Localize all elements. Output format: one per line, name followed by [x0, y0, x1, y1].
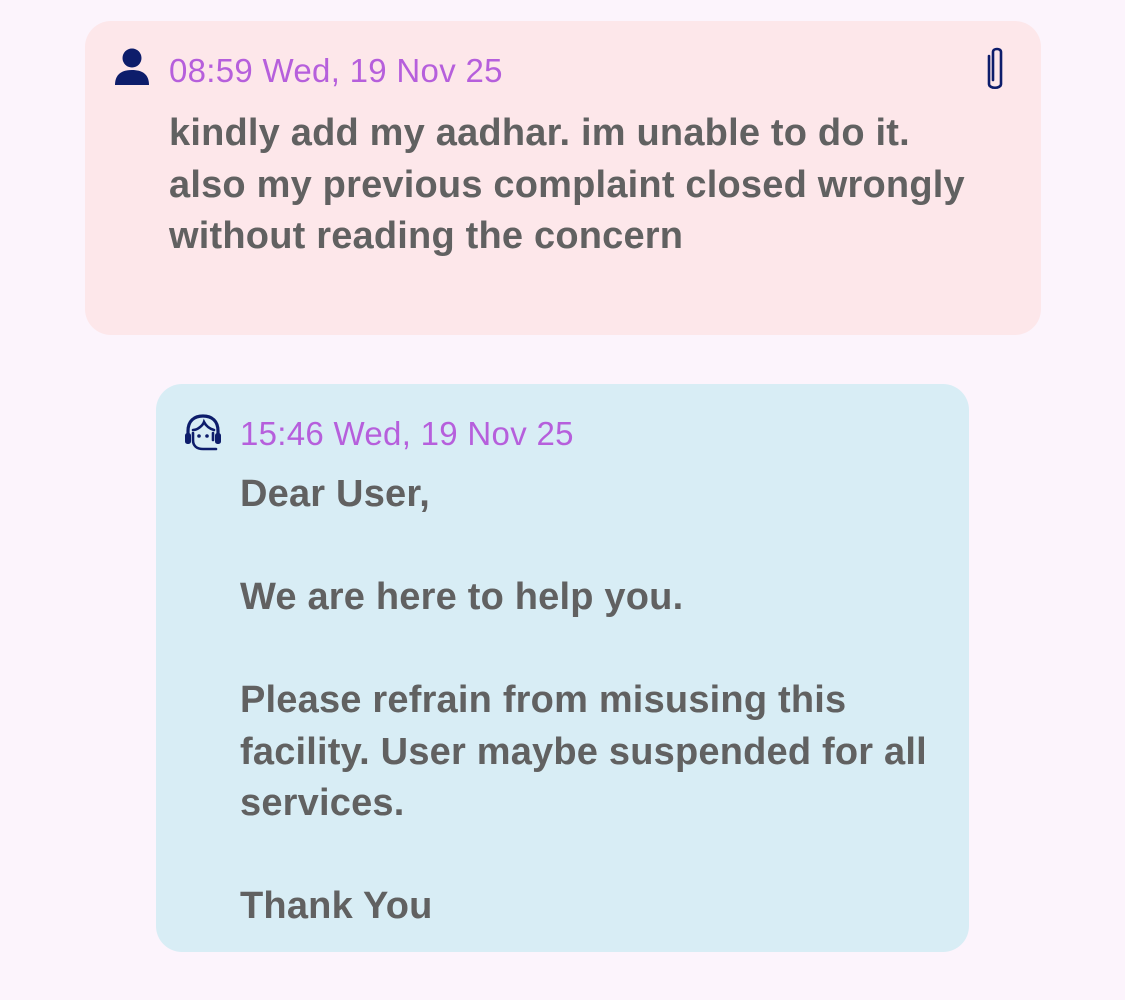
paperclip-icon[interactable] — [978, 47, 1012, 93]
support-agent-icon — [185, 414, 221, 451]
user-message-bubble: 08:59 Wed, 19 Nov 25 kindly add my aadha… — [85, 21, 1041, 335]
user-icon — [115, 48, 149, 85]
message-timestamp: 08:59 Wed, 19 Nov 25 — [169, 52, 503, 89]
reply-text: Dear User, We are here to help you. Plea… — [240, 473, 927, 927]
agent-reply-bubble: 15:46 Wed, 19 Nov 25 Dear User, We are h… — [156, 384, 969, 952]
reply-timestamp: 15:46 Wed, 19 Nov 25 — [240, 415, 574, 452]
message-text: kindly add my aadhar. im unable to do it… — [169, 112, 965, 257]
